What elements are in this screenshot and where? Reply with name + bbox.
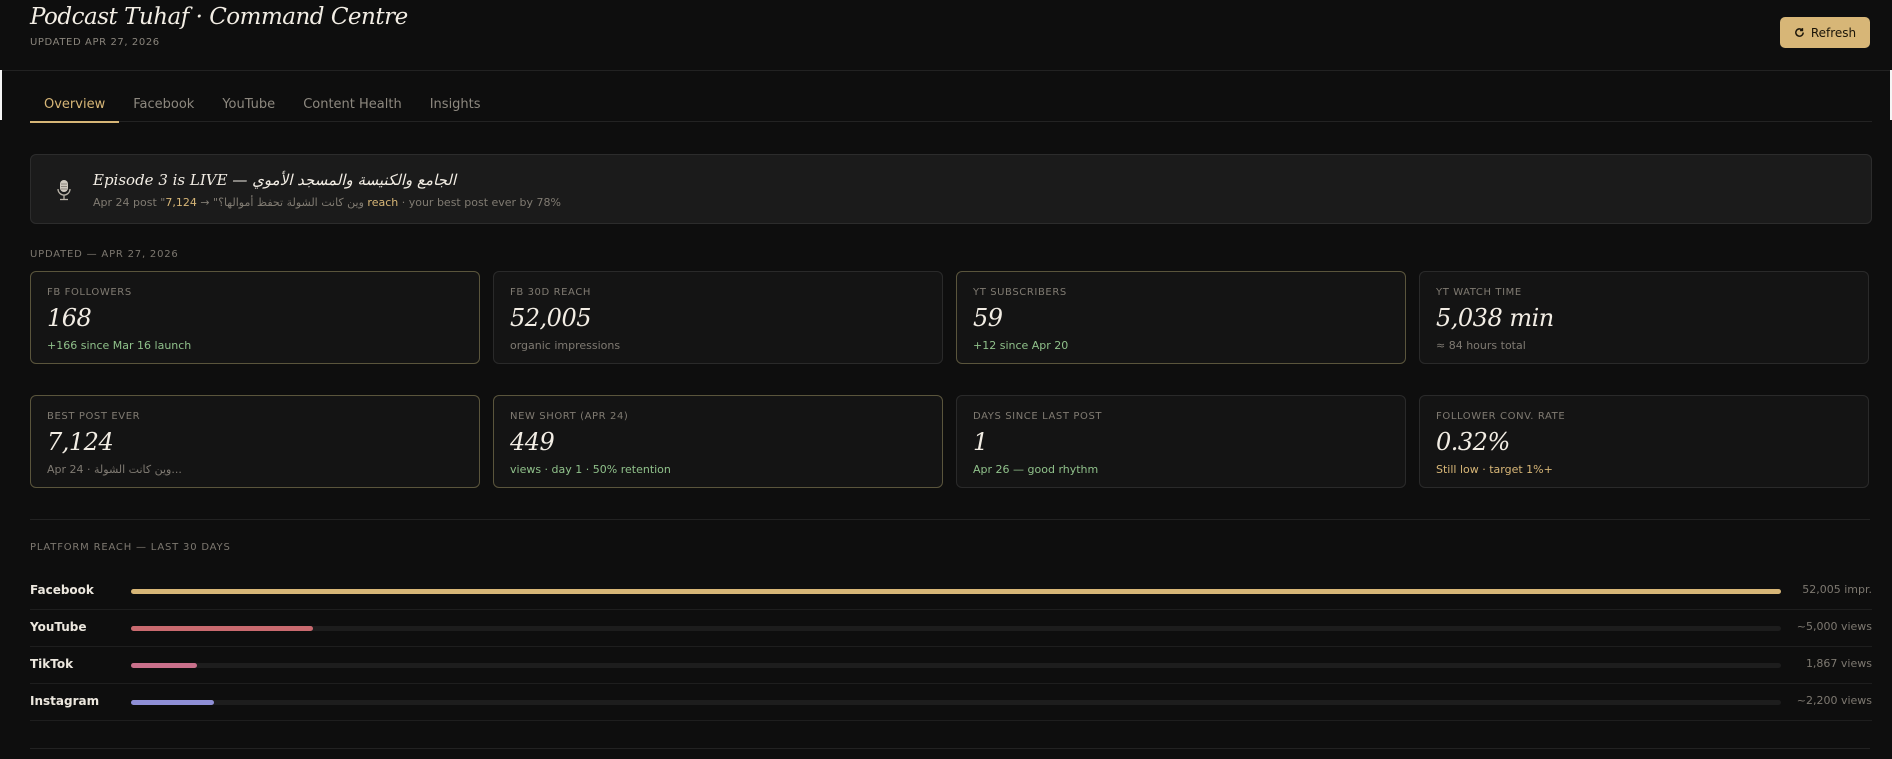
reach-bar-fill [131,663,197,668]
tab-insights[interactable]: Insights [416,85,495,121]
reach-bar-fill [131,589,1781,594]
reach-bar-fill [131,626,313,631]
stat-value: 5,038 min [1436,304,1554,332]
updated-timestamp: UPDATED APR 27, 2026 [30,37,160,48]
refresh-label: Refresh [1810,25,1857,40]
reach-section-label: PLATFORM REACH — LAST 30 DAYS [30,542,231,553]
tab-overview[interactable]: Overview [30,85,120,123]
stat-value: 7,124 [47,428,114,456]
stat-note: Apr 26 — good rhythm [973,463,1099,476]
stat-card-days-since-post: DAYS SINCE LAST POST 1 Apr 26 — good rhy… [956,395,1406,488]
reach-bar-track [131,589,1781,594]
tab-facebook[interactable]: Facebook [119,85,208,121]
reach-bar-track [131,700,1781,705]
stat-card-yt-watch-time: YT WATCH TIME 5,038 min ≈ 84 hours total [1419,271,1869,364]
tab-bar: Overview Facebook YouTube Content Health… [30,85,1872,123]
stat-note: Still low · target 1%+ [1436,463,1553,476]
stat-note: organic impressions [510,339,621,352]
stat-card-fb-30d-reach: FB 30D REACH 52,005 organic impressions [493,271,943,364]
reach-value: 1,867 views [1805,657,1872,670]
reach-bar-track [131,663,1781,668]
stat-value: 0.32% [1436,428,1510,456]
reach-platform-name: YouTube [30,620,87,634]
stats-section-label: UPDATED — APR 27, 2026 [30,249,179,260]
app-header: Podcast Tuhaf · Command Centre UPDATED A… [0,0,1892,71]
stat-note: +166 since Mar 16 launch [47,339,192,352]
stat-label: FOLLOWER CONV. RATE [1436,411,1566,422]
stat-value: 168 [47,304,92,332]
stat-card-fb-followers: FB FOLLOWERS 168 +166 since Mar 16 launc… [30,271,480,364]
banner-title: Episode 3 is LIVE — الجامع والكنيسة والم… [93,171,457,189]
refresh-icon [1794,28,1804,37]
edge-marker-left [0,70,2,120]
stat-card-new-short: NEW SHORT (APR 24) 449 views · day 1 · 5… [493,395,943,488]
banner-sub-number: 7,124 [165,196,197,209]
reach-value: 52,005 impr. [1802,583,1872,596]
reach-platform-name: Instagram [30,694,100,708]
stat-value: 52,005 [510,304,591,332]
stat-value: 1 [973,428,988,456]
reach-value: ~2,200 views [1796,694,1872,707]
stat-label: FB FOLLOWERS [47,287,132,298]
stat-note: Apr 24 · وين كانت الشولة... [47,463,182,476]
stat-label: NEW SHORT (APR 24) [510,411,629,422]
app-title: Podcast Tuhaf · Command Centre [30,4,408,30]
reach-bar-fill [131,700,214,705]
reach-platform-name: Facebook [30,583,94,597]
stat-card-best-post: BEST POST EVER 7,124 Apr 24 · وين كانت ا… [30,395,480,488]
banner-subtitle: Apr 24 post "وين كانت الشولة تحفظ أمواله… [93,196,561,209]
stat-label: YT SUBSCRIBERS [973,287,1067,298]
section-divider [30,748,1870,749]
refresh-button[interactable]: Refresh [1780,17,1870,48]
banner-sub-reach: reach [363,196,399,209]
stat-label: YT WATCH TIME [1436,287,1522,298]
stat-note: views · day 1 · 50% retention [510,463,671,476]
reach-row-tiktok: TikTok 1,867 views [30,646,1872,684]
section-divider [30,519,1870,520]
tab-youtube[interactable]: YouTube [208,85,289,121]
reach-platform-name: TikTok [30,657,74,671]
stat-label: FB 30D REACH [510,287,592,298]
stat-card-follower-conv-rate: FOLLOWER CONV. RATE 0.32% Still low · ta… [1419,395,1869,488]
episode-banner: Episode 3 is LIVE — الجامع والكنيسة والم… [30,154,1872,224]
stat-note: ≈ 84 hours total [1436,339,1526,352]
banner-sub-suffix: · your best post ever by 78% [398,196,561,209]
reach-row-facebook: Facebook 52,005 impr. [30,572,1872,610]
banner-sub-prefix: Apr 24 post "وين كانت الشولة تحفظ أمواله… [93,196,364,209]
microphone-icon [57,180,71,201]
stat-label: DAYS SINCE LAST POST [973,411,1103,422]
stat-value: 449 [510,428,555,456]
stat-label: BEST POST EVER [47,411,141,422]
stat-value: 59 [973,304,1003,332]
reach-row-youtube: YouTube ~5,000 views [30,609,1872,647]
stat-note: +12 since Apr 20 [973,339,1069,352]
reach-bar-track [131,626,1781,631]
tab-content-health[interactable]: Content Health [289,85,416,121]
stat-card-yt-subscribers: YT SUBSCRIBERS 59 +12 since Apr 20 [956,271,1406,364]
reach-row-instagram: Instagram ~2,200 views [30,683,1872,721]
reach-value: ~5,000 views [1796,620,1872,633]
